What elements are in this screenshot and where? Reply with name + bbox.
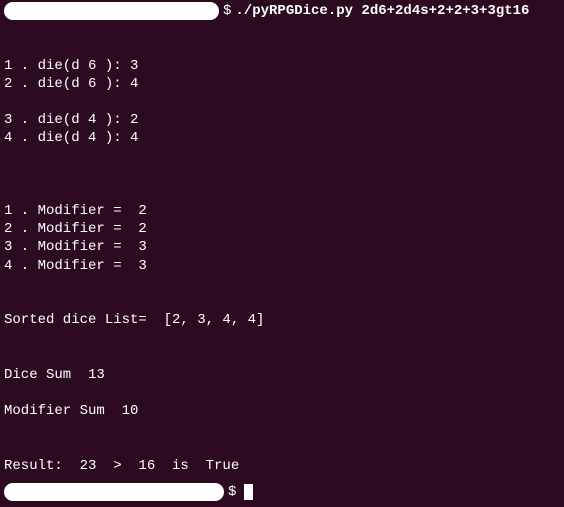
command-text: ./pyRPGDice.py 2d6+2d4s+2+2+3+3gt16 xyxy=(235,2,529,20)
modifier-4: 4 . Modifier = 3 xyxy=(4,257,560,275)
blank-line xyxy=(4,20,560,38)
dice-roll-3: 3 . die(d 4 ): 2 xyxy=(4,111,560,129)
redacted-prompt-bottom xyxy=(4,483,224,501)
modifier-2: 2 . Modifier = 2 xyxy=(4,220,560,238)
result-line: Result: 23 > 16 is True xyxy=(4,457,560,475)
blank-line xyxy=(4,384,560,402)
blank-line xyxy=(4,166,560,184)
terminal-window: $ ./pyRPGDice.py 2d6+2d4s+2+2+3+3gt16 1 … xyxy=(0,0,564,475)
blank-line xyxy=(4,184,560,202)
modifier-3: 3 . Modifier = 3 xyxy=(4,238,560,256)
dice-roll-4: 4 . die(d 4 ): 4 xyxy=(4,129,560,147)
prompt-dollar-bottom: $ xyxy=(228,483,236,501)
blank-line xyxy=(4,275,560,293)
next-prompt[interactable]: $ xyxy=(4,483,253,501)
blank-line xyxy=(4,293,560,311)
modifier-sum: Modifier Sum 10 xyxy=(4,402,560,420)
blank-line xyxy=(4,420,560,438)
blank-line xyxy=(4,93,560,111)
dice-sum: Dice Sum 13 xyxy=(4,366,560,384)
dice-roll-1: 1 . die(d 6 ): 3 xyxy=(4,57,560,75)
dice-roll-2: 2 . die(d 6 ): 4 xyxy=(4,75,560,93)
modifier-1: 1 . Modifier = 2 xyxy=(4,202,560,220)
cursor-icon xyxy=(244,484,253,500)
prompt-dollar: $ xyxy=(223,2,231,20)
blank-line xyxy=(4,439,560,457)
blank-line xyxy=(4,348,560,366)
redacted-prompt-top xyxy=(4,2,219,20)
blank-line xyxy=(4,148,560,166)
blank-line xyxy=(4,329,560,347)
sorted-list: Sorted dice List= [2, 3, 4, 4] xyxy=(4,311,560,329)
blank-line xyxy=(4,38,560,56)
command-line: $ ./pyRPGDice.py 2d6+2d4s+2+2+3+3gt16 xyxy=(4,0,560,20)
